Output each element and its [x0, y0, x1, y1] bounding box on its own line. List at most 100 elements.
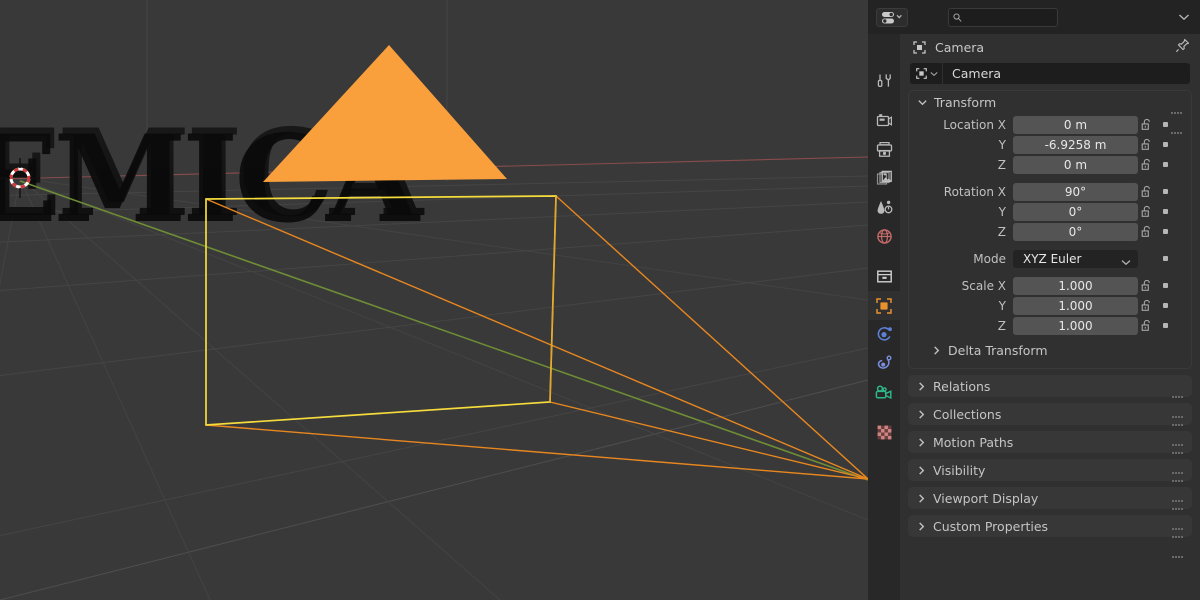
- field-location-x[interactable]: 0 m: [1013, 115, 1138, 134]
- tab-modifiers[interactable]: [868, 320, 900, 349]
- tab-object-data[interactable]: [868, 378, 900, 407]
- label-scale-z: Z: [997, 318, 1006, 333]
- panel-visibility-header[interactable]: Visibility: [908, 459, 1192, 502]
- panel-grip-icon[interactable]: [1171, 99, 1183, 138]
- tab-scene[interactable]: [868, 193, 900, 222]
- id-block-row: Camera: [910, 63, 1190, 84]
- label-rotation-mode: Mode: [973, 251, 1006, 266]
- animate-dot-scale-y[interactable]: [1156, 303, 1174, 308]
- rotation-mode-dropdown[interactable]: XYZ Euler: [1013, 249, 1138, 269]
- tab-output[interactable]: [868, 135, 900, 164]
- breadcrumb-label: Camera: [935, 39, 985, 55]
- animate-dot-scale-x[interactable]: [1156, 283, 1174, 288]
- tab-render[interactable]: [868, 106, 900, 135]
- label-rotation-z: Z: [997, 224, 1006, 239]
- tab-constraints[interactable]: [868, 349, 900, 378]
- search-icon: [953, 12, 962, 22]
- tab-object[interactable]: [868, 291, 900, 320]
- images-icon: [876, 170, 892, 185]
- panel-grip-icon[interactable]: [1172, 523, 1184, 562]
- panel-transform-header[interactable]: Transform: [909, 91, 1191, 134]
- field-location-y[interactable]: -6.9258 m: [1013, 135, 1138, 154]
- unlocked-lock-icon[interactable]: [1138, 158, 1156, 171]
- unlocked-lock-icon[interactable]: [1138, 279, 1156, 292]
- animate-dot-rotation-x[interactable]: [1156, 189, 1174, 194]
- field-rotation-x[interactable]: 90°: [1013, 182, 1138, 201]
- unlocked-lock-icon[interactable]: [1138, 319, 1156, 332]
- chevron-right-icon: [919, 409, 925, 419]
- row-rotation-y: Y 0°: [909, 202, 1191, 221]
- tab-texture[interactable]: [868, 418, 900, 447]
- panel-collections[interactable]: Collections: [908, 403, 1192, 446]
- camera-frame-depth: [549, 195, 557, 403]
- animate-dot-scale-z[interactable]: [1156, 323, 1174, 328]
- viewport-grid: [0, 0, 868, 600]
- animate-dot-rotation-y[interactable]: [1156, 209, 1174, 214]
- unlocked-lock-icon[interactable]: [1138, 205, 1156, 218]
- panel-viewport-display-header[interactable]: Viewport Display: [908, 487, 1192, 530]
- properties-editor: Camera Camera Transform Location X 0 m Y…: [868, 0, 1200, 600]
- panel-collections-header[interactable]: Collections: [908, 403, 1192, 446]
- unlocked-lock-icon[interactable]: [1138, 225, 1156, 238]
- tab-view-layer[interactable]: [868, 164, 900, 193]
- chevron-down-icon[interactable]: [1174, 7, 1194, 26]
- panel-relations-header[interactable]: Relations: [908, 375, 1192, 418]
- properties-tab-column: [868, 34, 900, 600]
- field-location-z[interactable]: 0 m: [1013, 155, 1138, 174]
- chevron-down-icon: [1121, 255, 1131, 269]
- label-rotation-x: Rotation X: [943, 184, 1006, 199]
- search-input-wrapper[interactable]: [948, 7, 1058, 27]
- chevron-right-icon: [919, 493, 925, 503]
- panel-custom-properties-header[interactable]: Custom Properties: [908, 515, 1192, 558]
- animate-dot-location-z[interactable]: [1156, 162, 1174, 167]
- panel-relations[interactable]: Relations: [908, 375, 1192, 418]
- object-icon: [915, 68, 927, 79]
- unlocked-lock-icon[interactable]: [1138, 185, 1156, 198]
- animate-dot-rotation-z[interactable]: [1156, 229, 1174, 234]
- world-globe-icon: [876, 229, 892, 244]
- row-location-y: Y -6.9258 m: [909, 135, 1191, 154]
- panel-visibility[interactable]: Visibility: [908, 459, 1192, 502]
- field-scale-z[interactable]: 1.000: [1013, 316, 1138, 335]
- field-rotation-y[interactable]: 0°: [1013, 202, 1138, 221]
- chevron-down-icon: [918, 99, 927, 105]
- pin-icon[interactable]: [1175, 38, 1190, 57]
- animate-dot-rotation-mode[interactable]: [1156, 256, 1174, 261]
- row-rotation-mode: Mode XYZ Euler: [909, 249, 1191, 268]
- search-input[interactable]: [965, 10, 1053, 24]
- properties-body: Camera Camera Transform Location X 0 m Y…: [900, 34, 1200, 600]
- field-scale-x[interactable]: 1.000: [1013, 276, 1138, 295]
- properties-editor-icon[interactable]: [876, 7, 908, 27]
- tab-tool[interactable]: [868, 66, 900, 95]
- panel-viewport-display[interactable]: Viewport Display: [908, 487, 1192, 530]
- chevron-right-icon: [919, 521, 925, 531]
- panel-custom-properties[interactable]: Custom Properties: [908, 515, 1192, 558]
- row-rotation-z: Z 0°: [909, 222, 1191, 241]
- blender-window: EMICA EMICA Camera Camera Transform Loca…: [0, 0, 1200, 600]
- collection-box-icon: [876, 270, 892, 283]
- id-type-selector[interactable]: [910, 63, 942, 84]
- chevron-right-icon: [934, 345, 940, 355]
- label-location-y: Y: [998, 137, 1006, 152]
- tab-collection[interactable]: [868, 262, 900, 291]
- field-scale-y[interactable]: 1.000: [1013, 296, 1138, 315]
- panel-delta-transform-header[interactable]: Delta Transform: [909, 340, 1191, 360]
- unlocked-lock-icon[interactable]: [1138, 138, 1156, 151]
- panel-motion-paths-header[interactable]: Motion Paths: [908, 431, 1192, 474]
- unlocked-lock-icon[interactable]: [1138, 299, 1156, 312]
- properties-header: [868, 0, 1200, 34]
- rotation-mode-value: XYZ Euler: [1023, 251, 1082, 266]
- animate-dot-location-y[interactable]: [1156, 142, 1174, 147]
- panel-motion-paths[interactable]: Motion Paths: [908, 431, 1192, 474]
- render-camera-icon: [876, 114, 892, 127]
- chevron-down-icon: [929, 71, 938, 76]
- row-location-x: Location X 0 m: [909, 115, 1191, 134]
- object-name-field[interactable]: Camera: [943, 63, 1190, 84]
- panel-custom-properties-title: Custom Properties: [933, 518, 1049, 534]
- panel-motion-paths-title: Motion Paths: [933, 434, 1014, 450]
- tab-world[interactable]: [868, 222, 900, 251]
- field-rotation-z[interactable]: 0°: [1013, 222, 1138, 241]
- unlocked-lock-icon[interactable]: [1138, 118, 1156, 131]
- constraint-icon: [877, 355, 891, 369]
- 3d-viewport[interactable]: EMICA EMICA: [0, 0, 868, 600]
